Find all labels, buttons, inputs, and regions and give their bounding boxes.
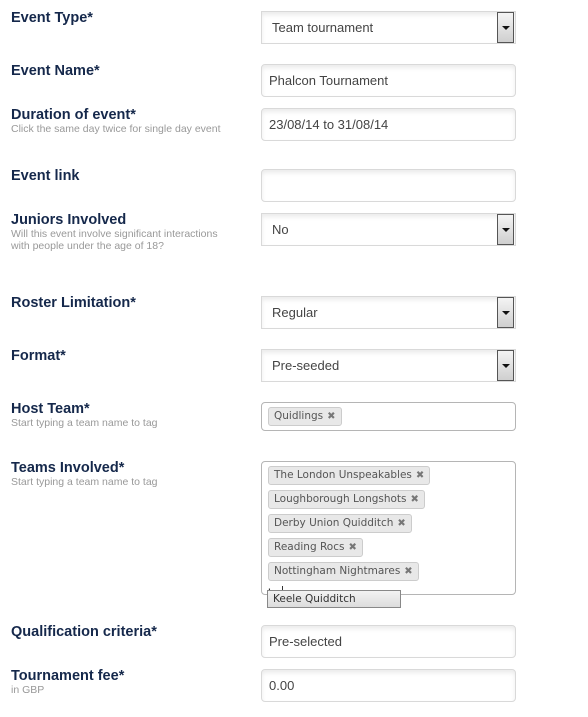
duration-value: 23/08/14 to 31/08/14 — [269, 117, 389, 132]
teams-involved-tag-input[interactable]: The London Unspeakables ✖ Loughborough Lo… — [261, 461, 516, 601]
event-name-input[interactable]: Phalcon Tournament — [261, 64, 516, 97]
remove-tag-icon[interactable]: ✖ — [411, 494, 419, 505]
qualification-label: Qualification criteria* — [11, 624, 226, 641]
event-link-label: Event link — [11, 168, 226, 185]
event-type-value: Team tournament — [272, 20, 374, 35]
remove-tag-icon[interactable]: ✖ — [348, 542, 356, 553]
event-link-input[interactable] — [261, 169, 516, 202]
chevron-down-icon[interactable] — [497, 297, 514, 328]
fee-title: Tournament fee* — [11, 668, 125, 684]
format-select[interactable]: Pre-seeded — [261, 349, 516, 382]
autocomplete-suggestion[interactable]: Keele Quidditch — [267, 590, 401, 608]
roster-value: Regular — [272, 305, 318, 320]
chevron-down-icon[interactable] — [497, 214, 514, 245]
tag: Loughborough Longshots ✖ — [268, 490, 425, 509]
host-team-title: Host Team* — [11, 401, 90, 417]
event-link-title: Event link — [11, 168, 80, 184]
teams-involved-title: Teams Involved* — [11, 460, 125, 476]
event-type-title: Event Type* — [11, 10, 93, 26]
fee-label: Tournament fee* in GBP — [11, 668, 226, 697]
tag-label: Derby Union Quidditch — [274, 517, 394, 529]
juniors-title: Juniors Involved — [11, 212, 127, 228]
roster-label: Roster Limitation* — [11, 295, 226, 312]
duration-title: Duration of event* — [11, 107, 136, 123]
host-team-label: Host Team* Start typing a team name to t… — [11, 401, 226, 430]
roster-title: Roster Limitation* — [11, 295, 136, 311]
tag: Nottingham Nightmares ✖ — [268, 562, 419, 581]
duration-input[interactable]: 23/08/14 to 31/08/14 — [261, 108, 516, 141]
duration-hint: Click the same day twice for single day … — [11, 123, 221, 135]
format-title: Format* — [11, 348, 66, 364]
tag: Quidlings ✖ — [268, 407, 342, 426]
juniors-hint: Will this event involve significant inte… — [11, 228, 218, 252]
qualification-value: Pre-selected — [269, 634, 342, 649]
tag: Derby Union Quidditch ✖ — [268, 514, 412, 533]
fee-hint: in GBP — [11, 684, 45, 696]
tag-label: Quidlings — [274, 410, 324, 422]
tag: Reading Rocs ✖ — [268, 538, 363, 557]
fee-input[interactable]: 0.00 — [261, 669, 516, 702]
event-type-label: Event Type* — [11, 10, 226, 27]
roster-select[interactable]: Regular — [261, 296, 516, 329]
remove-tag-icon[interactable]: ✖ — [404, 566, 412, 577]
remove-tag-icon[interactable]: ✖ — [327, 411, 335, 422]
fee-value: 0.00 — [269, 678, 295, 693]
tag: The London Unspeakables ✖ — [268, 466, 431, 485]
format-label: Format* — [11, 348, 226, 365]
remove-tag-icon[interactable]: ✖ — [416, 470, 424, 481]
juniors-select[interactable]: No — [261, 213, 516, 246]
remove-tag-icon[interactable]: ✖ — [397, 518, 405, 529]
tag-label: Loughborough Longshots — [274, 493, 407, 505]
chevron-down-icon[interactable] — [497, 12, 514, 43]
chevron-down-icon[interactable] — [497, 350, 514, 381]
tag-label: Nottingham Nightmares — [274, 565, 401, 577]
event-name-title: Event Name* — [11, 63, 100, 79]
event-name-label: Event Name* — [11, 63, 226, 80]
teams-involved-label: Teams Involved* Start typing a team name… — [11, 460, 226, 489]
suggestion-label: Keele Quidditch — [273, 593, 356, 605]
event-name-value: Phalcon Tournament — [269, 73, 389, 88]
teams-involved-hint: Start typing a team name to tag — [11, 476, 158, 488]
duration-label: Duration of event* Click the same day tw… — [11, 107, 226, 136]
qualification-title: Qualification criteria* — [11, 624, 157, 640]
tag-label: Reading Rocs — [274, 541, 345, 553]
juniors-value: No — [272, 222, 289, 237]
tag-label: The London Unspeakables — [274, 469, 412, 481]
juniors-label: Juniors Involved Will this event involve… — [11, 212, 226, 252]
host-team-tag-input[interactable]: Quidlings ✖ — [261, 402, 516, 431]
format-value: Pre-seeded — [272, 358, 340, 373]
host-team-hint: Start typing a team name to tag — [11, 417, 158, 429]
qualification-input[interactable]: Pre-selected — [261, 625, 516, 658]
event-type-select[interactable]: Team tournament — [261, 11, 516, 44]
